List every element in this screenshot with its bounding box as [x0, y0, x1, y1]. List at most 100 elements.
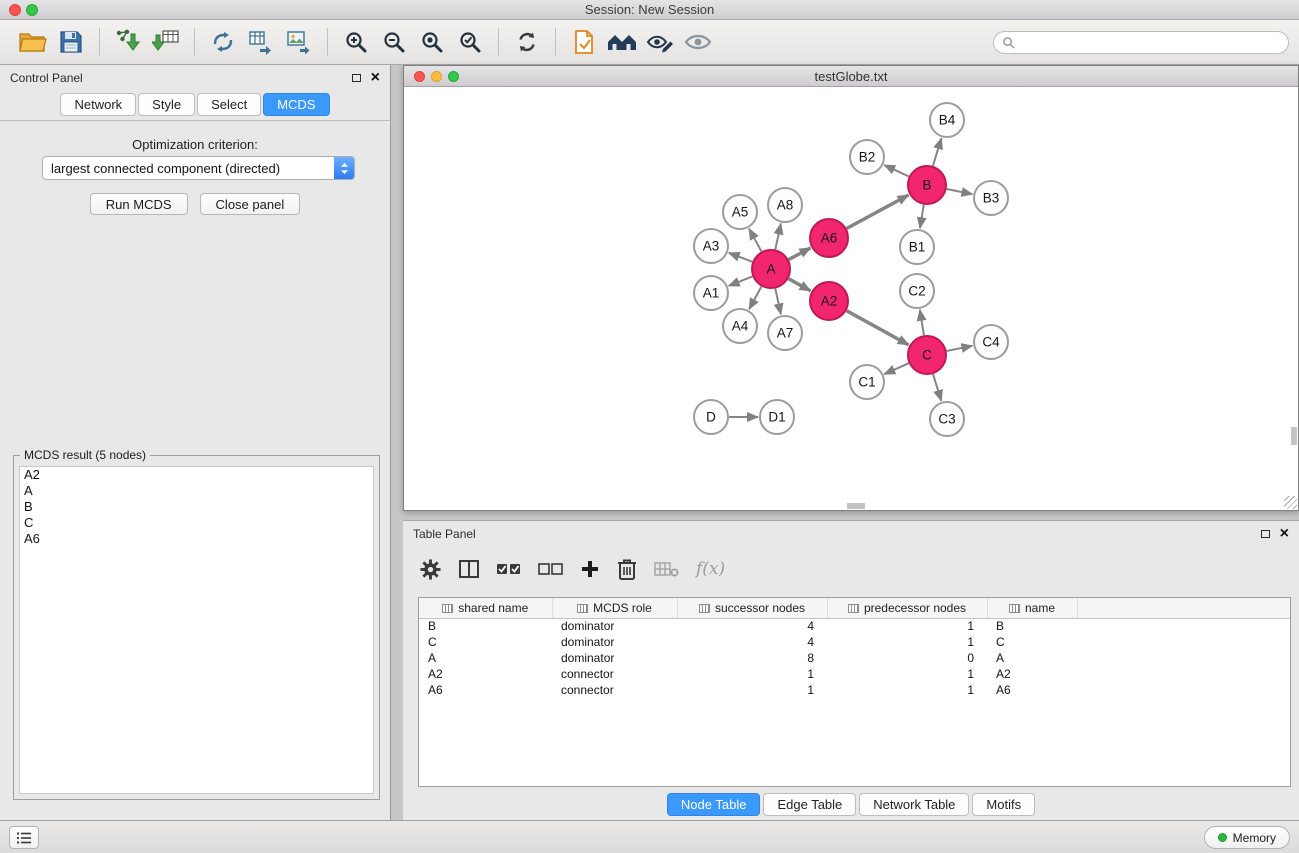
- tab-edge-table[interactable]: Edge Table: [763, 793, 856, 816]
- node-C4[interactable]: C4: [974, 325, 1008, 359]
- edge-B-B1[interactable]: [920, 205, 924, 229]
- deselect-all-button[interactable]: [538, 554, 564, 584]
- show-columns-button[interactable]: [458, 554, 480, 584]
- tab-motifs[interactable]: Motifs: [972, 793, 1035, 816]
- edge-A-A3[interactable]: [729, 253, 753, 262]
- export-image-button[interactable]: [280, 25, 318, 59]
- node-C2[interactable]: C2: [900, 274, 934, 308]
- table-row[interactable]: A2connector11A2: [419, 666, 1290, 682]
- delete-row-button[interactable]: [616, 554, 638, 584]
- visibility-button[interactable]: [679, 25, 717, 59]
- export-table-button[interactable]: [242, 25, 280, 59]
- select-all-button[interactable]: [496, 554, 522, 584]
- resize-grip[interactable]: [1284, 496, 1297, 509]
- style-document-button[interactable]: [565, 25, 603, 59]
- edge-B-B2[interactable]: [884, 165, 909, 177]
- column-header-successor-nodes[interactable]: successor nodes: [677, 598, 827, 618]
- result-item[interactable]: C: [20, 515, 373, 531]
- edge-B-B3[interactable]: [947, 189, 973, 194]
- node-B1[interactable]: B1: [900, 230, 934, 264]
- edge-A6-B[interactable]: [847, 195, 909, 229]
- vertical-scrollbar[interactable]: [1291, 427, 1297, 445]
- style-apply-button[interactable]: [641, 25, 679, 59]
- edge-C-C1[interactable]: [884, 363, 909, 374]
- edge-A-A7[interactable]: [775, 289, 781, 315]
- table-row[interactable]: Adominator80A: [419, 650, 1290, 666]
- zoom-fit-button[interactable]: [413, 25, 451, 59]
- zoom-out-button[interactable]: [375, 25, 413, 59]
- node-A3[interactable]: A3: [694, 229, 728, 263]
- close-window-button[interactable]: [9, 4, 21, 16]
- tab-style[interactable]: Style: [138, 93, 195, 116]
- table-settings-button[interactable]: [419, 554, 442, 584]
- result-item[interactable]: A6: [20, 531, 373, 547]
- network-window-titlebar[interactable]: testGlobe.txt: [404, 66, 1298, 87]
- save-session-button[interactable]: [52, 25, 90, 59]
- node-C1[interactable]: C1: [850, 365, 884, 399]
- refresh-layout-button[interactable]: [508, 25, 546, 59]
- table-row[interactable]: Bdominator41B: [419, 618, 1290, 634]
- dropdown-stepper-icon[interactable]: [334, 157, 354, 179]
- table-row[interactable]: Cdominator41C: [419, 634, 1290, 650]
- node-A4[interactable]: A4: [723, 309, 757, 343]
- edge-C-C3[interactable]: [933, 374, 941, 401]
- edge-B-B4[interactable]: [933, 138, 942, 166]
- panel-list-button[interactable]: [9, 826, 39, 849]
- zoom-network-button[interactable]: [448, 71, 459, 82]
- edge-C-C4[interactable]: [947, 346, 973, 351]
- tab-network-table[interactable]: Network Table: [859, 793, 969, 816]
- minimize-network-button[interactable]: [431, 71, 442, 82]
- node-B3[interactable]: B3: [974, 181, 1008, 215]
- search-box[interactable]: [993, 31, 1289, 54]
- edge-A-A2[interactable]: [789, 279, 811, 291]
- zoom-window-button[interactable]: [26, 4, 38, 16]
- zoom-selected-button[interactable]: [451, 25, 489, 59]
- float-panel-icon[interactable]: [352, 74, 361, 82]
- node-A7[interactable]: A7: [768, 316, 802, 350]
- edge-A-A5[interactable]: [749, 229, 761, 252]
- close-network-button[interactable]: [414, 71, 425, 82]
- add-column-button[interactable]: [580, 554, 600, 584]
- tab-select[interactable]: Select: [197, 93, 261, 116]
- column-header-name[interactable]: name: [987, 598, 1077, 618]
- node-A8[interactable]: A8: [768, 188, 802, 222]
- criterion-dropdown[interactable]: largest connected component (directed): [42, 156, 355, 180]
- search-input[interactable]: [1020, 36, 1280, 50]
- zoom-in-button[interactable]: [337, 25, 375, 59]
- node-D[interactable]: D: [694, 400, 728, 434]
- home-network-button[interactable]: [603, 25, 641, 59]
- node-A1[interactable]: A1: [694, 276, 728, 310]
- result-item[interactable]: A2: [20, 467, 373, 483]
- tab-mcds[interactable]: MCDS: [263, 93, 329, 116]
- horizontal-scrollbar[interactable]: [847, 503, 865, 509]
- delete-column-button[interactable]: [654, 554, 680, 584]
- edge-A2-C[interactable]: [847, 311, 909, 345]
- run-mcds-button[interactable]: Run MCDS: [90, 193, 188, 215]
- edge-A-A6[interactable]: [789, 248, 811, 260]
- result-item[interactable]: A: [20, 483, 373, 499]
- column-header-shared-name[interactable]: shared name: [419, 598, 552, 618]
- tab-network[interactable]: Network: [60, 93, 136, 116]
- node-D1[interactable]: D1: [760, 400, 794, 434]
- close-panel-button[interactable]: Close panel: [200, 193, 301, 215]
- function-builder-button[interactable]: f(x): [696, 554, 725, 584]
- node-A[interactable]: A: [752, 250, 790, 288]
- node-A5[interactable]: A5: [723, 195, 757, 229]
- node-A6[interactable]: A6: [810, 219, 848, 257]
- export-network-button[interactable]: [204, 25, 242, 59]
- node-C[interactable]: C: [908, 336, 946, 374]
- edge-A-A8[interactable]: [775, 224, 781, 250]
- node-B4[interactable]: B4: [930, 103, 964, 137]
- memory-button[interactable]: Memory: [1204, 826, 1290, 849]
- open-session-button[interactable]: [14, 25, 52, 59]
- network-view[interactable]: B4B2BB3A5A8A6A3B1AC2A1A2A4A7C4CC1DD1C3: [404, 87, 1298, 510]
- node-B2[interactable]: B2: [850, 140, 884, 174]
- close-panel-icon[interactable]: ×: [371, 72, 380, 84]
- network-canvas[interactable]: B4B2BB3A5A8A6A3B1AC2A1A2A4A7C4CC1DD1C3: [404, 87, 1298, 510]
- node-B[interactable]: B: [908, 166, 946, 204]
- result-item[interactable]: B: [20, 499, 373, 515]
- table-row[interactable]: A6connector11A6: [419, 682, 1290, 698]
- edge-A-A4[interactable]: [749, 287, 761, 310]
- tab-node-table[interactable]: Node Table: [667, 793, 761, 816]
- float-table-panel-icon[interactable]: [1261, 530, 1270, 538]
